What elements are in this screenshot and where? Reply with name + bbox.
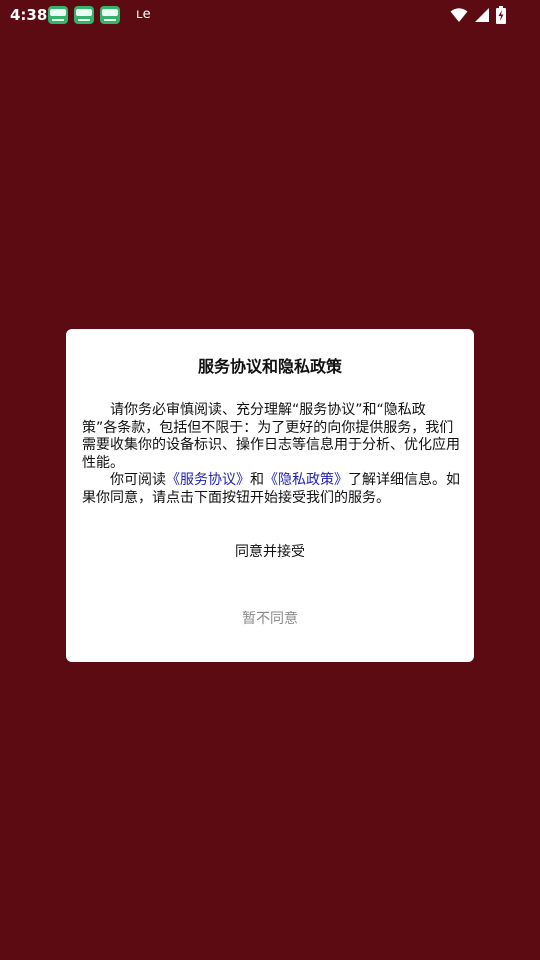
app-notification-icon (100, 6, 120, 24)
dialog-body: 请你务必审慎阅读、充分理解“服务协议”和“隐私政策”各条款，包括但不限于：为了更… (82, 402, 460, 507)
privacy-dialog: 服务协议和隐私政策 请你务必审慎阅读、充分理解“服务协议”和“隐私政策”各条款，… (66, 329, 474, 662)
signal-icon (474, 7, 490, 23)
decline-button[interactable]: 暂不同意 (66, 606, 474, 632)
wifi-icon (450, 7, 468, 23)
app-notification-icon (74, 6, 94, 24)
system-icons (450, 6, 506, 24)
dialog-title: 服务协议和隐私政策 (197, 357, 342, 376)
agree-button[interactable]: 同意并接受 (66, 539, 474, 565)
privacy-policy-link[interactable]: 《隐私政策》 (264, 472, 348, 488)
status-bar: 4:38 ʟe (0, 0, 540, 32)
status-time: 4:38 (10, 6, 48, 24)
app-notification-icon (48, 6, 68, 24)
battery-charging-icon (496, 6, 506, 24)
misc-status-icon: ʟe (136, 7, 151, 22)
dialog-paragraph-1: 请你务必审慎阅读、充分理解“服务协议”和“隐私政策”各条款，包括但不限于：为了更… (82, 402, 460, 471)
notification-icons: ʟe (48, 6, 151, 24)
paragraph-2-prefix: 你可阅读 (110, 472, 166, 488)
conjunction-text: 和 (250, 472, 264, 488)
dialog-paragraph-2: 你可阅读《服务协议》和《隐私政策》了解详细信息。如果你同意，请点击下面按钮开始接… (82, 472, 460, 507)
service-agreement-link[interactable]: 《服务协议》 (166, 472, 250, 488)
